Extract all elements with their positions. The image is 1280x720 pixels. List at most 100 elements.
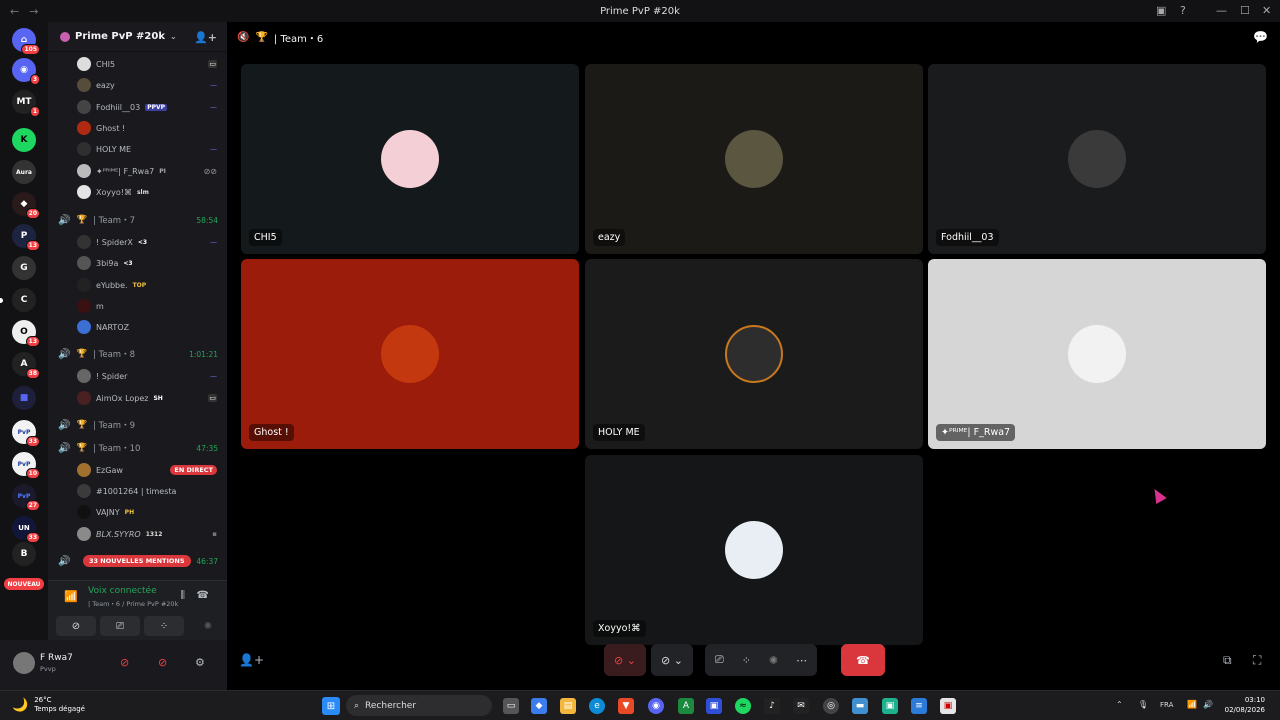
inbox-icon[interactable]: ▣: [1156, 4, 1166, 17]
disconnect-icon[interactable]: ☎: [197, 590, 209, 601]
headphones-muted-icon[interactable]: ⊘: [158, 656, 167, 669]
video-off-button[interactable]: ⊘: [56, 616, 96, 636]
back-arrow-icon[interactable]: ←: [10, 5, 19, 18]
popout-icon[interactable]: ⧉: [1223, 653, 1232, 668]
voice-user[interactable]: HOLY ME —: [77, 140, 217, 158]
voice-user[interactable]: ✦ᴾᴿᴵᴹᴱ| F_Rwa7 PI ⊘⊘: [77, 162, 217, 180]
voice-user[interactable]: EzGaw EN DIRECT: [77, 461, 217, 479]
voice-user[interactable]: ! Spider —: [77, 367, 217, 385]
server-b-icon[interactable]: B: [12, 542, 36, 566]
discord-taskbar-icon[interactable]: ◉: [648, 698, 664, 714]
mic-muted-icon[interactable]: ⊘: [120, 656, 129, 669]
voice-user[interactable]: eazy —: [77, 76, 217, 94]
voice-user[interactable]: m: [77, 297, 217, 315]
disconnect-button[interactable]: ☎: [841, 644, 885, 676]
participant-tile[interactable]: eazy: [585, 64, 923, 254]
invite-to-voice-icon[interactable]: 👤+: [239, 653, 264, 667]
spotify-icon[interactable]: ≈: [735, 698, 751, 714]
forward-arrow-icon[interactable]: →: [29, 5, 38, 18]
server-pvp2-icon[interactable]: PvP 10: [12, 452, 40, 479]
voice-user[interactable]: eYubbe. TOP: [77, 276, 217, 294]
maximize-button[interactable]: ☐: [1240, 4, 1250, 17]
voice-connected-channel[interactable]: | Team・6 / Prime PvP #20k: [88, 598, 178, 608]
notepad-icon[interactable]: ≡: [911, 698, 927, 714]
participant-tile[interactable]: Ghost !: [241, 259, 579, 449]
brave-icon[interactable]: ▼: [618, 698, 634, 714]
server-a-icon[interactable]: A 38: [12, 352, 40, 379]
language-indicator[interactable]: FRA: [1160, 701, 1173, 709]
folder-icon[interactable]: ■: [12, 386, 36, 410]
taskbar-search[interactable]: ⌕ Rechercher: [346, 695, 492, 716]
server-k-icon[interactable]: K: [12, 128, 36, 152]
voice-user[interactable]: Xoyyo!⌘ slm: [77, 183, 217, 201]
app-icon[interactable]: ▬: [852, 698, 868, 714]
voice-user[interactable]: NARTOZ: [77, 318, 217, 336]
voice-user[interactable]: Fodhiil__03 PPVP —: [77, 98, 217, 116]
app-icon[interactable]: A: [678, 698, 694, 714]
server-dark-icon[interactable]: ◆ 20: [12, 192, 40, 219]
server-mt-icon[interactable]: MT 1: [12, 90, 40, 117]
voice-user[interactable]: VAJNY PH: [77, 503, 217, 521]
camera-button[interactable]: ⊘ ⌄: [651, 644, 693, 676]
edge-icon[interactable]: e: [589, 698, 605, 714]
avatar[interactable]: [13, 652, 35, 674]
discord-icon[interactable]: ◉ 3: [12, 58, 40, 85]
new-mentions-pill[interactable]: 33 NOUVELLES MENTIONS: [83, 555, 191, 567]
close-button[interactable]: ✕: [1262, 4, 1271, 17]
wifi-icon[interactable]: 📶: [1187, 700, 1197, 709]
server-pvp3-icon[interactable]: PvP 27: [12, 484, 40, 511]
clock[interactable]: 03:10 02/08/2026: [1225, 695, 1265, 715]
new-unread-pill[interactable]: NOUVEAU: [4, 578, 44, 590]
user-name[interactable]: F Rwa7: [40, 653, 73, 663]
volume-icon[interactable]: 🔊: [1203, 700, 1213, 709]
invite-user-icon[interactable]: 👤+: [194, 31, 217, 44]
activities-button[interactable]: ⁘: [144, 616, 184, 636]
server-p-icon[interactable]: P 13: [12, 224, 40, 251]
voice-user[interactable]: BLX.SYYRO 1312 ▪: [77, 525, 217, 543]
guild-header[interactable]: Prime PvP #20k ⌄ 👤+: [48, 22, 227, 52]
help-icon[interactable]: ?: [1180, 4, 1186, 17]
voice-user[interactable]: CHI5 ▭: [77, 55, 217, 73]
participant-tile[interactable]: Fodhiil__03: [928, 64, 1266, 254]
server-c-icon[interactable]: C: [0, 288, 36, 312]
more-options-icon[interactable]: ⋯: [796, 654, 807, 667]
chevron-up-icon[interactable]: ⌃: [1116, 700, 1123, 709]
voice-channel-team-9[interactable]: 🔊 🏆 | Team・9: [58, 416, 218, 434]
activities-icon[interactable]: ⁘: [742, 654, 751, 667]
share-screen-icon[interactable]: ⎚: [715, 653, 724, 667]
server-pvp-icon[interactable]: PvP 33: [12, 420, 40, 447]
participant-tile[interactable]: ✦ᴾᴿᴵᴹᴱ| F_Rwa7: [928, 259, 1266, 449]
server-o-icon[interactable]: O 13: [12, 320, 40, 347]
server-aura-icon[interactable]: Aura: [12, 160, 36, 184]
voice-user[interactable]: Ghost !: [77, 119, 217, 137]
microphone-mute-button[interactable]: ⊘ ⌄: [604, 644, 646, 676]
gear-icon[interactable]: ⚙: [195, 656, 205, 669]
mail-icon[interactable]: ✉: [793, 698, 809, 714]
server-g-icon[interactable]: G: [12, 256, 36, 280]
app-icon[interactable]: ▣: [882, 698, 898, 714]
app-icon[interactable]: ◎: [823, 698, 839, 714]
soundboard-icon[interactable]: ✺: [769, 654, 778, 667]
task-view-icon[interactable]: ▭: [503, 698, 519, 714]
share-screen-button[interactable]: ⎚: [100, 616, 140, 636]
discord-home-icon[interactable]: ⌂ 105: [12, 28, 40, 55]
fullscreen-icon[interactable]: ⛶: [1253, 653, 1261, 668]
server-un-icon[interactable]: UN 33: [12, 516, 40, 543]
windows-start-icon[interactable]: ⊞: [322, 697, 340, 715]
weather-widget[interactable]: 🌙 26°C Temps dégagé: [12, 696, 85, 714]
voice-channel-team-10[interactable]: 🔊 🏆 | Team・10 47:35: [58, 439, 218, 457]
participant-tile[interactable]: HOLY ME: [585, 259, 923, 449]
soundboard-button[interactable]: ✺: [188, 616, 228, 636]
app-icon[interactable]: ▣: [940, 698, 956, 714]
voice-user[interactable]: #1001264 | timesta: [77, 482, 217, 500]
app-icon[interactable]: ▣: [706, 698, 722, 714]
copilot-icon[interactable]: ◆: [531, 698, 547, 714]
app-icon[interactable]: ♪: [764, 698, 780, 714]
chat-bubble-icon[interactable]: 💬: [1253, 30, 1268, 44]
voice-connected-status[interactable]: Voix connectée: [88, 586, 157, 596]
noise-suppression-icon[interactable]: ⫼: [180, 590, 185, 601]
file-explorer-icon[interactable]: ▤: [560, 698, 576, 714]
minimize-button[interactable]: —: [1216, 4, 1227, 17]
participant-tile[interactable]: CHI5: [241, 64, 579, 254]
voice-user[interactable]: ! SpiderX <3 —: [77, 233, 217, 251]
